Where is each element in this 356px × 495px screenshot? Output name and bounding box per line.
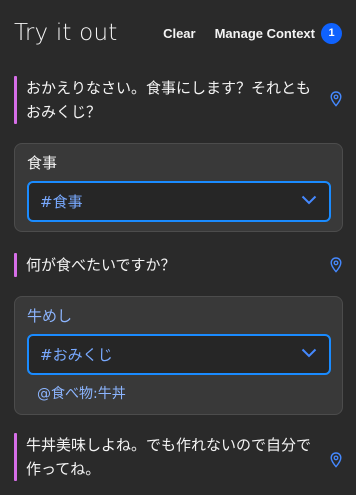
response-card: 食事 #食事 — [14, 143, 343, 232]
location-pin-icon[interactable] — [330, 452, 342, 468]
location-pin-icon[interactable] — [330, 257, 342, 273]
bot-message: おかえりなさい。食事にします？それともおみくじ？ — [14, 76, 344, 124]
location-pin-icon[interactable] — [330, 91, 342, 107]
manage-context-button[interactable]: Manage Context — [215, 26, 315, 41]
intent-select-value: #食事 — [40, 193, 83, 211]
bot-message: 何が食べたいですか？ — [14, 253, 344, 277]
intent-select-value: #おみくじ — [40, 346, 113, 364]
bot-message: 牛丼美味しよね。でも作れないので自分で作ってね。 — [14, 433, 344, 481]
panel-title: Try it out — [14, 20, 118, 46]
chevron-down-icon — [301, 348, 317, 358]
try-it-out-header: Try it out Clear Manage Context 1 — [0, 0, 356, 66]
chevron-down-icon — [301, 195, 317, 205]
intent-select[interactable]: #おみくじ — [27, 334, 331, 375]
response-card: 牛めし #おみくじ @食べ物:牛丼 — [14, 296, 343, 415]
card-title: 食事 — [27, 154, 58, 172]
bot-message-text: おかえりなさい。食事にします？それともおみくじ？ — [26, 79, 312, 121]
context-count-badge[interactable]: 1 — [321, 22, 342, 44]
bot-message-text: 何が食べたいですか？ — [26, 256, 176, 274]
clear-button[interactable]: Clear — [163, 26, 196, 41]
bot-message-text: 牛丼美味しよね。でも作れないので自分で作ってね。 — [26, 436, 312, 478]
entity-label[interactable]: @食べ物:牛丼 — [37, 383, 126, 403]
header-actions: Clear Manage Context 1 — [163, 22, 342, 44]
user-input-text: 牛めし — [27, 307, 73, 325]
intent-select[interactable]: #食事 — [27, 181, 331, 222]
